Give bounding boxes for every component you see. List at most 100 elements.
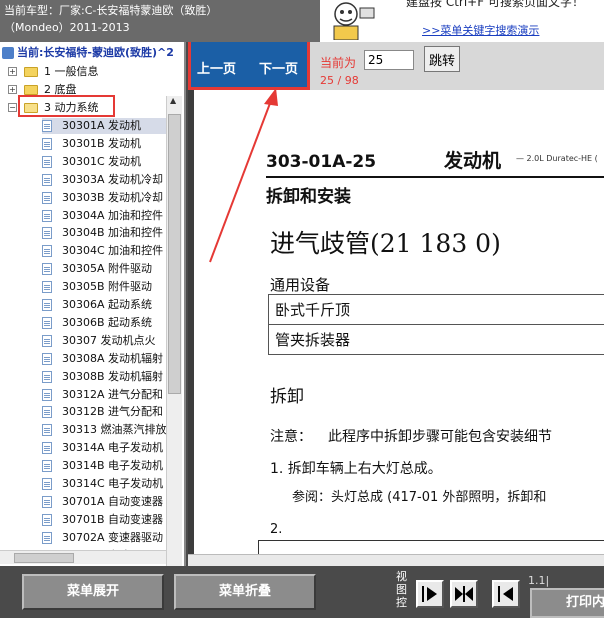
page-toolbar: 上一页 下一页 当前为 跳转 25 / 98 bbox=[188, 42, 604, 90]
tree-folder-general[interactable]: + 1 一般信息 bbox=[8, 64, 168, 80]
doc-part-title: 进气歧管(21 183 0) bbox=[270, 229, 501, 258]
tree-item-label: 30305B 附件驱动 bbox=[62, 280, 153, 294]
tree-vertical-scrollbar[interactable]: ▲ ▼ bbox=[166, 96, 182, 566]
tree-item[interactable]: 30701A 自动变速器 bbox=[42, 494, 166, 510]
document-icon bbox=[42, 531, 52, 544]
page-number-input[interactable] bbox=[364, 50, 414, 70]
view-control-label: 视图控 bbox=[396, 570, 407, 609]
tree-item[interactable]: 30305B 附件驱动 bbox=[42, 279, 166, 295]
document-icon bbox=[42, 120, 52, 132]
document-view: 303-01A-25 发动机 — 2.0L Duratec-HE ( 拆卸和安装… bbox=[188, 90, 604, 566]
current-page-label: 当前为 bbox=[320, 56, 357, 70]
tree-item[interactable]: 30702A 变速器驱动 bbox=[42, 530, 166, 546]
document-icon bbox=[42, 155, 52, 168]
tree-item-label: 30304A 加油和控件 bbox=[62, 208, 164, 222]
equipment-cell: 卧式千斤顶 bbox=[268, 294, 604, 325]
tree-scroll-thumb[interactable] bbox=[168, 114, 181, 394]
tree-item[interactable]: 30308B 发动机辐射 bbox=[42, 369, 166, 385]
next-page-button[interactable]: 下一页 bbox=[259, 58, 298, 77]
model-line-2: （Mondeo）2011-2013 bbox=[4, 21, 130, 34]
tree-item[interactable]: 30304A 加油和控件 bbox=[42, 208, 166, 224]
folder-icon bbox=[24, 85, 38, 95]
tree-item-label: 30308A 发动机辐射 bbox=[62, 351, 164, 365]
tree-item[interactable]: 30313 燃油蒸汽排放 bbox=[42, 422, 166, 438]
promo-banner: 建盘按 Ctrl+F 可搜索页面文字！ >>菜单关键字搜索演示 bbox=[320, 0, 604, 42]
tree-item[interactable]: 30314C 电子发动机 bbox=[42, 476, 166, 492]
view-prev-button[interactable] bbox=[492, 580, 520, 608]
tree-item[interactable]: 30307 发动机点火 bbox=[42, 333, 166, 349]
doc-note-label: 注意： bbox=[270, 429, 312, 445]
doc-step-1: 1. 拆卸车辆上右大灯总成。 bbox=[270, 461, 442, 477]
doc-equipment-label: 通用设备 bbox=[270, 276, 331, 294]
tree-root-current[interactable]: 当前:长安福特-蒙迪欧(致胜)^2 bbox=[2, 44, 184, 62]
tree-item[interactable]: 30301B 发动机 bbox=[42, 136, 166, 152]
document-icon bbox=[42, 316, 52, 329]
document-icon bbox=[42, 209, 52, 222]
page-count: 25 / 98 bbox=[320, 74, 359, 87]
tree-item[interactable]: 30308A 发动机辐射 bbox=[42, 351, 166, 367]
tree-item[interactable]: 30314B 电子发动机 bbox=[42, 458, 166, 474]
document-icon bbox=[42, 299, 52, 311]
menu-tree-panel: 当前:长安福特-蒙迪欧(致胜)^2 + 1 一般信息 + 2 底盘 − 3 动力… bbox=[0, 42, 186, 566]
tree-item[interactable]: 30306A 起动系统 bbox=[42, 297, 166, 313]
tree-item[interactable]: 30301C 发动机 bbox=[42, 154, 166, 170]
document-icon bbox=[42, 513, 52, 526]
tree-item[interactable]: 30301A 发动机 bbox=[42, 118, 166, 134]
document-icon bbox=[42, 406, 52, 419]
tree-root-label: 当前:长安福特-蒙迪欧(致胜)^2 bbox=[17, 46, 174, 59]
document-icon bbox=[42, 263, 52, 276]
tree-item-label: 30303A 发动机冷却 bbox=[62, 172, 164, 186]
view-fit-width-button[interactable] bbox=[450, 580, 478, 608]
document-icon bbox=[42, 370, 52, 383]
prev-page-button[interactable]: 上一页 bbox=[197, 58, 236, 77]
tree-item-label: 30307 发动机点火 bbox=[62, 333, 156, 347]
document-icon bbox=[42, 227, 52, 240]
scroll-up-icon[interactable]: ▲ bbox=[170, 96, 176, 105]
tree-item-label: 30314A 电子发动机 bbox=[62, 441, 164, 455]
tree-item[interactable]: 30303A 发动机冷却 bbox=[42, 172, 166, 188]
expand-icon[interactable]: + bbox=[8, 67, 17, 76]
tree-item[interactable]: 30303B 发动机冷却 bbox=[42, 190, 166, 206]
tree-item-label: 30303B 发动机冷却 bbox=[62, 190, 164, 204]
tree-horizontal-scrollbar[interactable] bbox=[0, 550, 166, 564]
search-demo-link[interactable]: >>菜单关键字搜索演示 bbox=[422, 22, 539, 38]
doc-note-text: 此程序中拆卸步骤可能包含安装细节 bbox=[328, 429, 552, 445]
tree-hscroll-thumb[interactable] bbox=[14, 553, 74, 563]
tree-item[interactable]: 30304B 加油和控件 bbox=[42, 225, 166, 241]
expand-icon[interactable]: + bbox=[8, 85, 17, 94]
menu-collapse-button[interactable]: 菜单折叠 bbox=[174, 574, 316, 610]
promo-text: 建盘按 Ctrl+F 可搜索页面文字！ bbox=[406, 0, 584, 9]
document-icon bbox=[42, 191, 52, 204]
doc-step-1-reference: 参阅：头灯总成 (417-01 外部照明，拆卸和 bbox=[292, 490, 547, 505]
equipment-cell: 管夹拆装器 bbox=[268, 324, 604, 355]
tree-item-label: 30702A 变速器驱动 bbox=[62, 530, 164, 544]
play-left-icon bbox=[498, 586, 513, 602]
app-window: 当前车型：厂家:C-长安福特蒙迪欧（致胜） （Mondeo）2011-2013 … bbox=[0, 0, 604, 618]
tree-item[interactable]: 30701B 自动变速器 bbox=[42, 512, 166, 528]
view-next-button[interactable] bbox=[416, 580, 444, 608]
tree-item-label: 30301C 发动机 bbox=[62, 154, 142, 168]
document-icon bbox=[42, 352, 52, 365]
tree-item-label: 30301A 发动机 bbox=[62, 119, 142, 132]
tree-item-label: 30304C 加油和控件 bbox=[62, 244, 164, 258]
tree-item[interactable]: 30305A 附件驱动 bbox=[42, 261, 166, 277]
print-button[interactable]: 打印内 bbox=[530, 588, 604, 618]
document-icon bbox=[42, 478, 52, 490]
tree-folder-label: 1 一般信息 bbox=[44, 65, 99, 78]
tree-item[interactable]: 30312A 进气分配和 bbox=[42, 387, 166, 403]
document-icon bbox=[42, 281, 52, 294]
tree-item[interactable]: 30314A 电子发动机 bbox=[42, 440, 166, 456]
document-icon bbox=[42, 388, 52, 401]
tree-item-label: 30701A 自动变速器 bbox=[62, 494, 164, 508]
tree-item[interactable]: 30304C 加油和控件 bbox=[42, 243, 166, 259]
jump-button[interactable]: 跳转 bbox=[424, 46, 460, 72]
doc-heading: 拆卸和安装 bbox=[266, 187, 351, 207]
menu-expand-button[interactable]: 菜单展开 bbox=[22, 574, 164, 610]
tree-item[interactable]: 30306B 起动系统 bbox=[42, 315, 166, 331]
collapse-icon[interactable]: − bbox=[8, 103, 17, 112]
tree-item[interactable]: 30312B 进气分配和 bbox=[42, 404, 166, 420]
table-row: 卧式千斤顶 bbox=[268, 294, 604, 325]
doc-step-2: 2. bbox=[270, 522, 283, 537]
document-icon bbox=[42, 245, 52, 258]
document-icon bbox=[42, 460, 52, 473]
